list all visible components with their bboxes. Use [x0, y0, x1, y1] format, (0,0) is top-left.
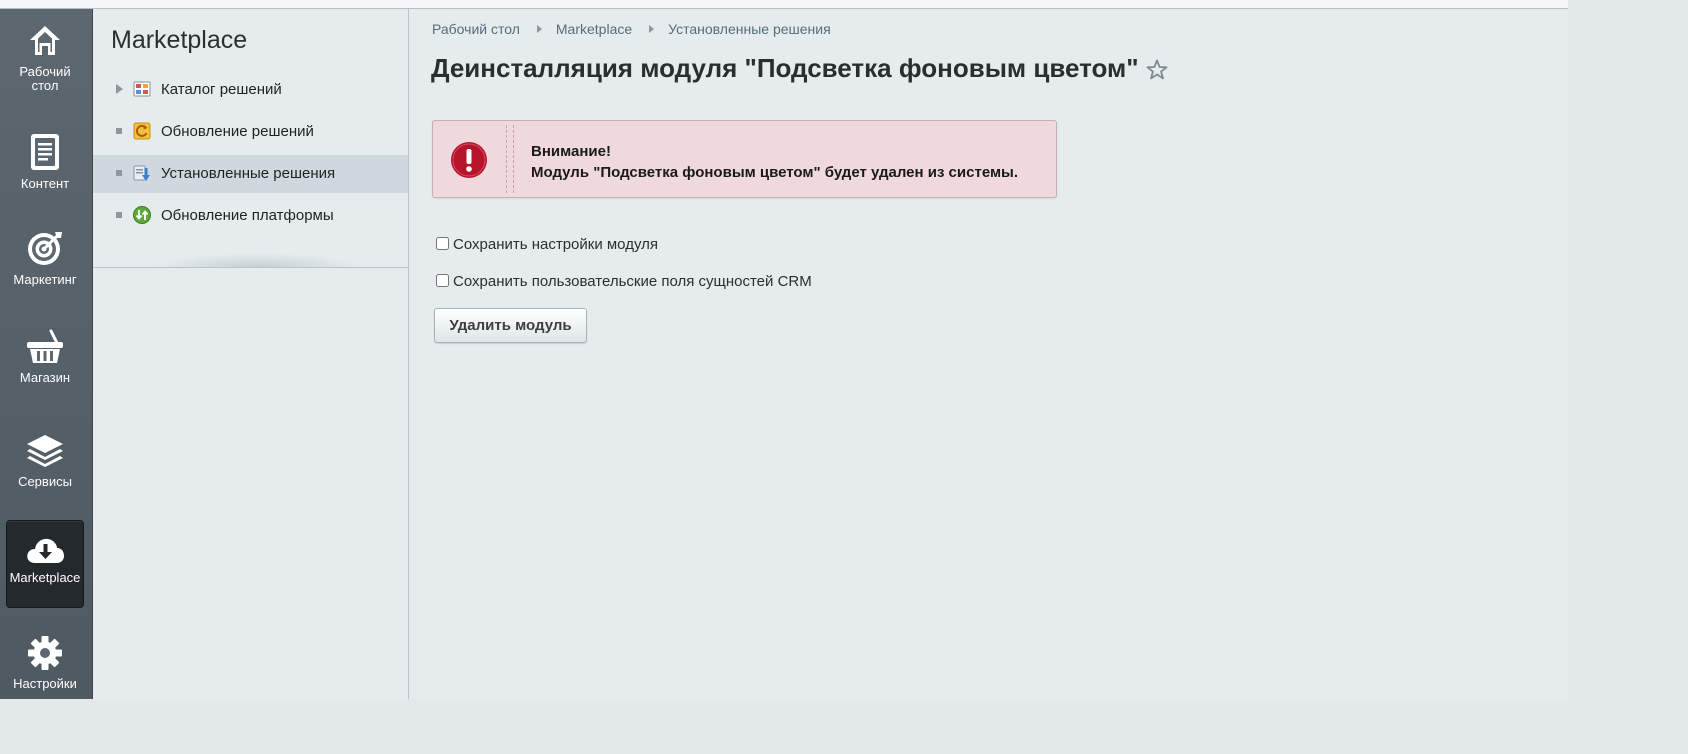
top-border: [0, 0, 1568, 9]
breadcrumb-separator-icon: [536, 25, 542, 33]
delete-module-button[interactable]: Удалить модуль: [434, 308, 587, 343]
home-icon: [6, 23, 84, 59]
nav-label: Marketplace: [9, 570, 81, 585]
nav-item-content[interactable]: Контент: [6, 133, 84, 191]
nav-item-desktop[interactable]: Рабочий стол: [6, 23, 84, 93]
star-icon[interactable]: [1146, 59, 1168, 86]
submenu-item-platform-update[interactable]: Обновление платформы: [93, 197, 408, 235]
catalog-icon: [133, 80, 151, 98]
main-content: Рабочий стол Marketplace Установленные реш…: [409, 9, 1568, 699]
exclamation-icon: [450, 141, 488, 184]
layers-icon: [6, 433, 84, 469]
submenu-title: Marketplace: [111, 26, 248, 54]
bullet-marker: [116, 128, 122, 134]
bullet-marker: [116, 170, 122, 176]
nav-item-marketplace[interactable]: Marketplace: [6, 520, 84, 608]
gear-icon: [6, 635, 84, 671]
nav-label: Настройки: [13, 676, 77, 691]
submenu-item-installed[interactable]: Установленные решения: [93, 155, 408, 193]
nav-item-marketing[interactable]: Маркетинг: [6, 229, 84, 287]
keep-settings-checkbox[interactable]: [436, 237, 449, 250]
nav-label: Сервисы: [18, 474, 72, 489]
submenu-item-label: Установленные решения: [161, 165, 336, 182]
breadcrumb: Рабочий стол Marketplace Установленные реш…: [432, 21, 831, 37]
installed-icon: [133, 164, 151, 182]
nav-label: Магазин: [19, 370, 71, 385]
alert-text: Внимание! Модуль "Подсветка фоновым цвет…: [531, 141, 1018, 183]
submenu-item-catalog[interactable]: Каталог решений: [93, 71, 408, 109]
update-icon: [133, 122, 151, 140]
submenu-item-label: Обновление платформы: [161, 207, 334, 224]
alert-divider: [506, 125, 514, 193]
submenu-item-label: Каталог решений: [161, 81, 282, 98]
breadcrumb-item-desktop[interactable]: Рабочий стол: [432, 21, 520, 37]
keep-settings-label: Сохранить настройки модуля: [453, 236, 658, 253]
breadcrumb-item-marketplace[interactable]: Marketplace: [556, 21, 632, 37]
expand-arrow-icon[interactable]: [116, 84, 123, 94]
alert-heading: Внимание!: [531, 143, 611, 160]
keep-crm-fields-row[interactable]: Сохранить пользовательские поля сущносте…: [436, 273, 812, 290]
warning-alert: Внимание! Модуль "Подсветка фоновым цвет…: [432, 120, 1057, 198]
bullet-marker: [116, 212, 122, 218]
main-nav-rail: Рабочий стол Контент Маркетинг Магазин С…: [0, 9, 93, 699]
keep-settings-row[interactable]: Сохранить настройки модуля: [436, 236, 658, 253]
platform-update-icon: [133, 206, 151, 224]
submenu-item-updates[interactable]: Обновление решений: [93, 113, 408, 151]
alert-message: Модуль "Подсветка фоновым цветом" будет …: [531, 164, 1019, 181]
basket-icon: [6, 329, 84, 365]
target-icon: [6, 229, 84, 267]
nav-item-shop[interactable]: Магазин: [6, 329, 84, 385]
submenu-divider: [93, 267, 408, 268]
breadcrumb-item-installed[interactable]: Установленные решения: [668, 21, 831, 37]
nav-item-services[interactable]: Сервисы: [6, 433, 84, 489]
nav-label: Рабочий стол: [19, 64, 71, 93]
nav-item-settings[interactable]: Настройки: [6, 635, 84, 691]
breadcrumb-separator-icon: [649, 25, 655, 33]
keep-crm-fields-checkbox[interactable]: [436, 274, 449, 287]
keep-crm-fields-label: Сохранить пользовательские поля сущносте…: [453, 273, 812, 290]
cloud-download-icon: [7, 535, 83, 565]
document-icon: [6, 133, 84, 171]
page-title: Деинсталляция модуля "Подсветка фоновым …: [431, 53, 1139, 83]
nav-label: Маркетинг: [13, 272, 77, 287]
submenu-item-label: Обновление решений: [161, 123, 314, 140]
marketplace-submenu: Marketplace Каталог решений Обновление р…: [93, 9, 409, 699]
submenu-shadow: [153, 253, 363, 267]
nav-label: Контент: [20, 176, 70, 191]
